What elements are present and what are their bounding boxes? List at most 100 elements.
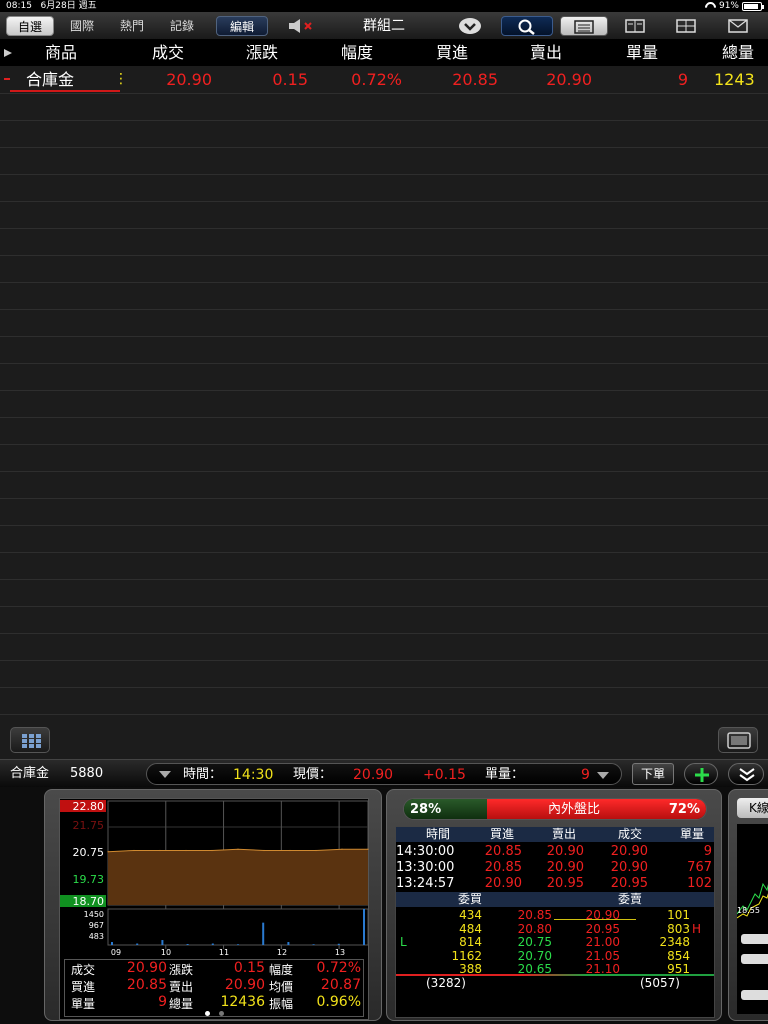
stat-key: 成交: [71, 963, 96, 977]
mute-button[interactable]: [282, 16, 318, 36]
row-pct: 0.72%: [351, 70, 402, 89]
row-qty: 9: [677, 70, 688, 89]
tick-cell: 20.95: [610, 876, 648, 891]
price-point: [107, 851, 109, 853]
tab-hot[interactable]: 熱門: [110, 16, 154, 36]
stat-key: 單量: [71, 997, 96, 1011]
x-tick-label: 10: [161, 948, 171, 957]
order-button[interactable]: 下單: [632, 763, 674, 785]
book-flag: L: [400, 935, 407, 949]
row-divider: [0, 633, 768, 634]
toolbar: 自選 國際 熱門 記錄 編輯 群組二: [0, 12, 768, 40]
volume-bar: [262, 922, 265, 945]
detail-quote-pill[interactable]: 時間： 14:30 現價： 20.90 +0.15 單量： 9: [146, 763, 622, 785]
x-tick-label: 09: [111, 948, 121, 957]
add-button[interactable]: [684, 763, 718, 785]
split-view-button[interactable]: [615, 16, 655, 36]
price-point: [159, 849, 161, 852]
detail-qty-label: 單量：: [485, 767, 525, 782]
row-divider: [0, 336, 768, 337]
row-name: 合庫金: [26, 70, 75, 89]
inner-outer-ratio-bar: 28% 內外盤比 72%: [403, 798, 707, 820]
header-pct[interactable]: 幅度: [325, 40, 389, 66]
row-change: 0.15: [272, 70, 308, 89]
order-book-area: 時間 買進 賣出 成交 單量 14:30:00 20.85 20.90 20.90 9 1…: [395, 826, 715, 1018]
row-divider: [0, 552, 768, 553]
header-price[interactable]: 成交: [136, 40, 200, 66]
volume-bar: [337, 943, 340, 945]
row-divider: [0, 390, 768, 391]
header-bid[interactable]: 買進: [420, 40, 484, 66]
stats-box: 成交 20.90 漲跌 0.15 幅度 0.72% 買進 20.85 賣出 20…: [64, 959, 364, 1017]
header-change[interactable]: 漲跌: [230, 40, 294, 66]
list-view-button[interactable]: [560, 16, 608, 36]
kline-value: 18.55: [737, 906, 760, 915]
status-right: 91%: [705, 0, 764, 12]
kline-btn[interactable]: [741, 990, 768, 1000]
price-point: [185, 849, 187, 852]
header-ask[interactable]: 賣出: [514, 40, 578, 66]
stat-val: 20.90: [126, 960, 167, 976]
message-button[interactable]: [718, 16, 758, 36]
fullscreen-button[interactable]: [718, 727, 758, 753]
vol-tick-label: 483: [89, 932, 104, 941]
order-book-panel: 28% 內外盤比 72% 時間 買進 賣出 成交 單量 14:30:00 20.8…: [386, 789, 722, 1021]
group-dropdown-button[interactable]: [456, 16, 484, 36]
tick-cell: 13:24:57: [396, 876, 455, 891]
header-qty[interactable]: 單量: [610, 40, 674, 66]
stat-key: 振幅: [269, 997, 294, 1011]
row-bid: 20.85: [452, 70, 498, 89]
app-menu-button[interactable]: [10, 727, 50, 753]
search-button[interactable]: [501, 16, 553, 36]
group-title[interactable]: 群組二: [330, 16, 438, 36]
book-ap: 21.00: [585, 935, 620, 949]
kline-btn[interactable]: [741, 954, 768, 964]
collapse-button[interactable]: [728, 763, 764, 785]
page-dot[interactable]: [219, 1011, 224, 1016]
book-view-icon: [625, 19, 645, 33]
book-aq: 101: [667, 908, 690, 922]
tab-records[interactable]: 記錄: [160, 16, 204, 36]
y-tick-label: 19.73: [73, 873, 105, 886]
kline-tab[interactable]: K線: [737, 798, 768, 818]
volume-bar: [111, 942, 113, 945]
header-name[interactable]: 商品: [26, 40, 96, 66]
detail-price: 20.90: [353, 767, 394, 783]
kline-panel: K線 18.55: [728, 789, 768, 1021]
row-total: 1243: [714, 70, 755, 89]
page-dot-active[interactable]: [205, 1011, 210, 1016]
tick-header: 成交: [618, 827, 643, 841]
expand-arrow-icon[interactable]: [4, 49, 12, 57]
book-bp: 20.85: [517, 908, 552, 922]
more-icon[interactable]: ⋮: [114, 66, 128, 93]
grid-view-button[interactable]: [666, 16, 706, 36]
book-aq: 803: [667, 921, 690, 936]
kline-btn[interactable]: [741, 934, 768, 944]
y-tick-label: 22.80: [73, 800, 105, 813]
edit-button[interactable]: 編輯: [216, 16, 268, 36]
qty-dropdown-icon[interactable]: [597, 772, 609, 780]
book-ap: 21.05: [585, 948, 620, 963]
tick-cell: 13:30:00: [396, 860, 455, 875]
price-point: [315, 849, 317, 852]
row-divider: [0, 606, 768, 607]
table-row[interactable]: 合庫金 ⋮ 20.90 0.15 0.72% 20.85 20.90 9 124…: [0, 66, 768, 93]
volume-bar: [237, 944, 239, 945]
row-divider: [0, 660, 768, 661]
volume-bar: [287, 942, 290, 945]
tab-watchlist[interactable]: 自選: [6, 16, 54, 36]
volume-bar: [363, 909, 365, 945]
search-icon: [518, 19, 535, 35]
speaker-muted-icon: [289, 19, 312, 33]
outer-pct: 72%: [668, 802, 700, 817]
tick-header: 買進: [490, 827, 515, 841]
header-total[interactable]: 總量: [706, 40, 768, 66]
tab-international[interactable]: 國際: [60, 16, 104, 36]
row-underline: [10, 90, 120, 92]
y-tick-label: 20.75: [73, 846, 105, 859]
tick-cell: 102: [687, 876, 712, 891]
double-chevron-down-icon: [739, 768, 755, 782]
row-divider: [0, 714, 768, 715]
stat-val: 20.85: [126, 977, 167, 993]
stat-val: 0.72%: [316, 960, 361, 976]
